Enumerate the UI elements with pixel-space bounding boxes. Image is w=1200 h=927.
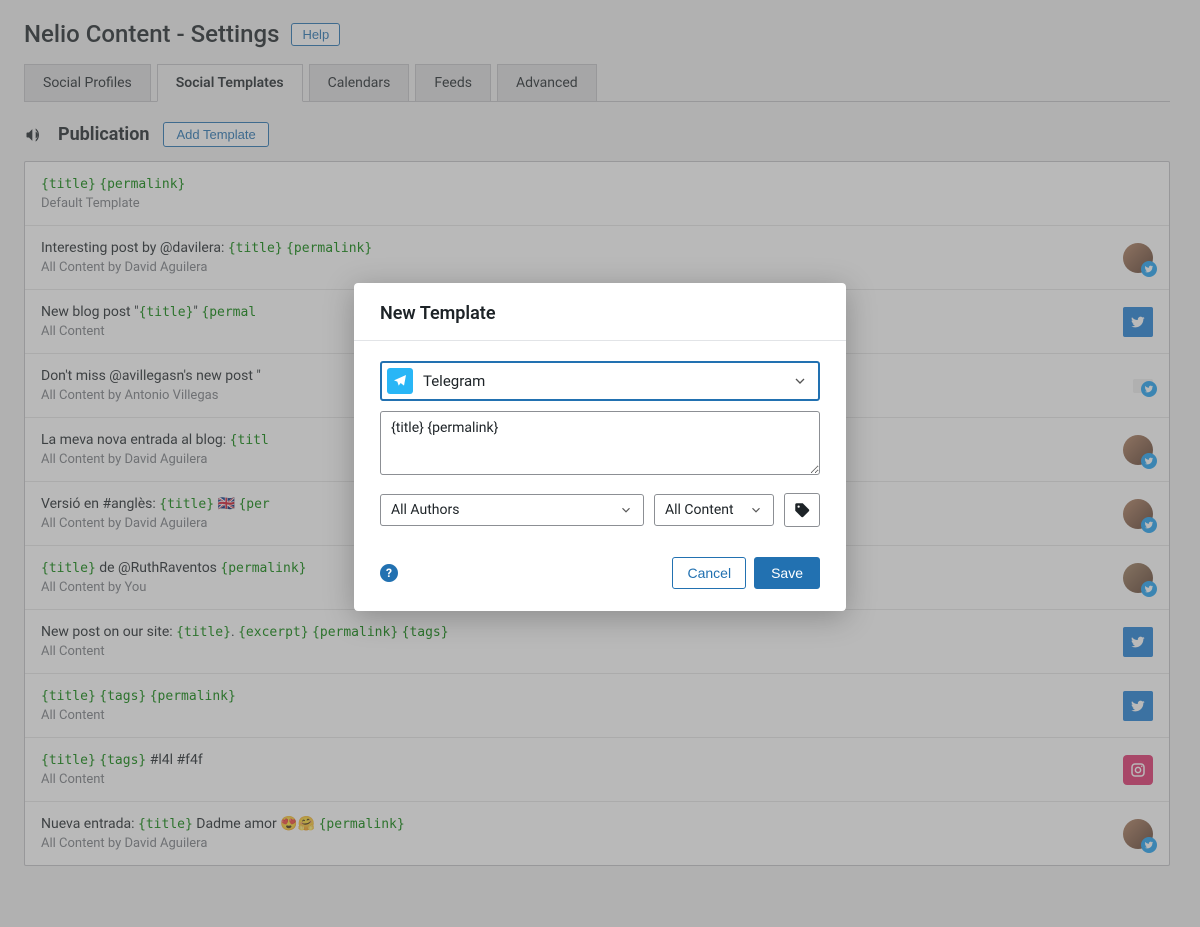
- platform-select-label: Telegram: [423, 372, 782, 390]
- telegram-icon: [387, 368, 413, 394]
- modal-overlay[interactable]: New Template Telegram All Authors: [0, 0, 1200, 927]
- content-select[interactable]: All Content: [654, 494, 774, 526]
- content-select-label: All Content: [665, 502, 734, 518]
- modal-title: New Template: [380, 303, 820, 324]
- chevron-down-icon: [749, 503, 763, 517]
- authors-select-label: All Authors: [391, 502, 459, 518]
- authors-select[interactable]: All Authors: [380, 494, 644, 526]
- help-icon[interactable]: ?: [380, 564, 398, 582]
- new-template-modal: New Template Telegram All Authors: [354, 283, 846, 611]
- tag-icon: [793, 501, 811, 519]
- chevron-down-icon: [619, 503, 633, 517]
- save-button[interactable]: Save: [754, 557, 820, 589]
- template-content-textarea[interactable]: [380, 411, 820, 475]
- platform-select[interactable]: Telegram: [380, 361, 820, 401]
- chevron-down-icon: [792, 373, 808, 389]
- cancel-button[interactable]: Cancel: [672, 557, 746, 589]
- tags-button[interactable]: [784, 493, 820, 527]
